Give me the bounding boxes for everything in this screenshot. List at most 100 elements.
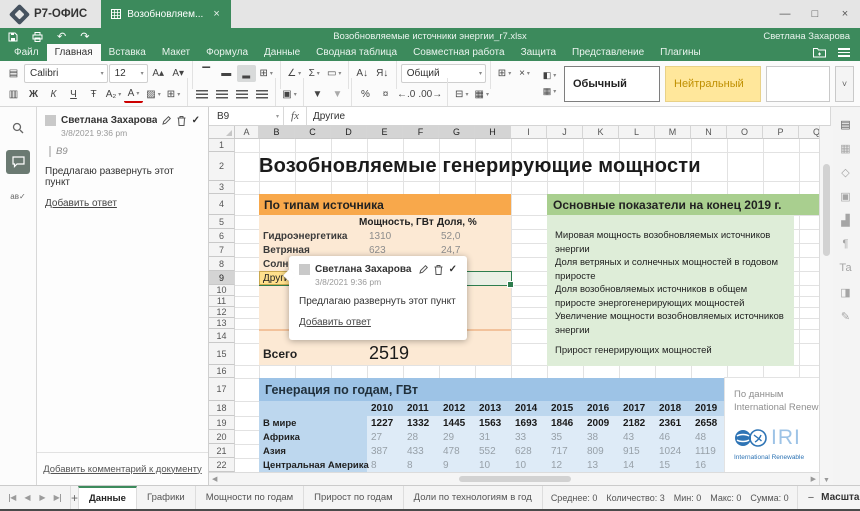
styles-expand-button[interactable]: ˅	[835, 66, 854, 102]
merge-center-button[interactable]: ▣	[280, 86, 299, 103]
ribbon-tab-совместная-работа[interactable]: Совместная работа	[405, 44, 513, 61]
add-sheet-button[interactable]: +	[70, 486, 78, 509]
column-header-N[interactable]: N	[691, 126, 727, 139]
document-tab[interactable]: Возобновляем... ×	[101, 0, 231, 28]
column-header-C[interactable]: C	[295, 126, 331, 139]
subscript-button[interactable]: A₂	[104, 86, 123, 103]
row-header-16[interactable]: 16	[209, 365, 235, 378]
row-header-22[interactable]: 22	[209, 458, 235, 472]
cell-style-blank[interactable]	[766, 66, 830, 102]
increase-font-button[interactable]: A▴	[149, 65, 168, 82]
valign-middle-button[interactable]: ▬	[217, 65, 236, 82]
formula-input[interactable]: Другие	[307, 107, 830, 125]
edit-comment-icon[interactable]	[162, 116, 171, 125]
next-sheet-button[interactable]: ▶	[36, 493, 49, 502]
row-header-6[interactable]: 6	[209, 229, 235, 243]
sheet-tab-данные[interactable]: Данные	[78, 486, 137, 509]
cell-settings-icon[interactable]: ▤	[837, 117, 855, 131]
row-header-19[interactable]: 19	[209, 416, 235, 430]
horizontal-scroll-thumb[interactable]	[459, 476, 571, 482]
table-settings-icon[interactable]: ▦	[837, 141, 855, 155]
scroll-left-icon[interactable]: ◀	[209, 475, 220, 483]
ribbon-tab-данные[interactable]: Данные	[256, 44, 308, 61]
row-header-8[interactable]: 8	[209, 257, 235, 271]
bold-button[interactable]: Ж	[24, 86, 43, 103]
sort-asc-button[interactable]: А↓	[353, 65, 372, 82]
column-header-D[interactable]: D	[331, 126, 367, 139]
row-header-10[interactable]: 10	[209, 285, 235, 296]
horizontal-scrollbar[interactable]: ◀ ▶	[209, 472, 819, 485]
ribbon-tab-плагины[interactable]: Плагины	[652, 44, 709, 61]
ribbon-tab-главная[interactable]: Главная	[47, 44, 101, 61]
column-header-O[interactable]: O	[727, 126, 763, 139]
row-header-17[interactable]: 17	[209, 378, 235, 401]
underline-button[interactable]: Ч	[64, 86, 83, 103]
comment-popup[interactable]: Светлана Захарова ✓ 3/8	[289, 256, 467, 340]
undo-icon[interactable]: ↶	[57, 32, 66, 42]
align-left-button[interactable]	[192, 86, 211, 103]
row-header-21[interactable]: 21	[209, 444, 235, 458]
doc-tab-close-icon[interactable]: ×	[213, 8, 219, 20]
align-center-button[interactable]	[212, 86, 231, 103]
delete-cells-button[interactable]: ⊟	[452, 86, 471, 103]
row-header-13[interactable]: 13	[209, 318, 235, 329]
column-header-G[interactable]: G	[439, 126, 475, 139]
column-header-K[interactable]: K	[583, 126, 619, 139]
currency-style-button[interactable]: ¤	[376, 86, 395, 103]
slicer-settings-icon[interactable]: ◨	[837, 285, 855, 299]
strikethrough-button[interactable]: Ŧ	[84, 86, 103, 103]
spreadsheet-grid[interactable]: Другие По данным International Renew	[209, 126, 819, 485]
row-header-15[interactable]: 15	[209, 343, 235, 365]
row-header-3[interactable]: 3	[209, 181, 235, 194]
sheet-tab-доли-по-технологиям-в-год[interactable]: Доли по технологиям в год	[404, 486, 543, 509]
format-template-icon[interactable]: ▦	[540, 85, 559, 99]
print-icon[interactable]	[32, 32, 43, 42]
close-button[interactable]: ×	[830, 8, 860, 20]
row-header-5[interactable]: 5	[209, 215, 235, 229]
clear-filter-button[interactable]: ▼	[328, 86, 347, 103]
row-header-20[interactable]: 20	[209, 430, 235, 444]
shape-settings-icon[interactable]: ◇	[837, 165, 855, 179]
cell-style-neutral[interactable]: Нейтральный	[665, 66, 761, 102]
save-icon[interactable]	[8, 32, 18, 42]
paragraph-settings-icon[interactable]: ¶	[837, 237, 855, 251]
zoom-out-button[interactable]: −	[808, 492, 814, 504]
paste-button[interactable]: ▤	[4, 65, 23, 82]
ribbon-tab-файл[interactable]: Файл	[6, 44, 47, 61]
minimize-button[interactable]: —	[770, 8, 800, 20]
valign-top-button[interactable]: ▔	[197, 65, 216, 82]
column-header-I[interactable]: I	[511, 126, 547, 139]
column-header-F[interactable]: F	[403, 126, 439, 139]
sort-desc-button[interactable]: Я↓	[373, 65, 392, 82]
image-settings-icon[interactable]: ▣	[837, 189, 855, 203]
format-as-table-button[interactable]: ▦	[472, 86, 491, 103]
chart-settings-icon[interactable]: ▟	[837, 213, 855, 227]
fx-icon[interactable]: fx	[284, 107, 307, 125]
ribbon-tab-сводная-таблица[interactable]: Сводная таблица	[308, 44, 405, 61]
orientation-button[interactable]: ∠	[285, 65, 304, 82]
ribbon-tab-вставка[interactable]: Вставка	[101, 44, 154, 61]
row-header-12[interactable]: 12	[209, 307, 235, 318]
copy-button[interactable]: ▥	[4, 86, 23, 103]
cell-style-normal[interactable]: Обычный	[564, 66, 660, 102]
resolve-comment-icon[interactable]: ✓	[192, 115, 200, 126]
percent-style-button[interactable]: %	[356, 86, 375, 103]
column-header-M[interactable]: M	[655, 126, 691, 139]
delete-comment-icon[interactable]	[177, 116, 186, 126]
row-header-1[interactable]: 1	[209, 139, 235, 152]
comment-card[interactable]: Светлана Захарова ✓ 3/8/2021 9:36 pm B9 …	[37, 107, 208, 211]
signature-settings-icon[interactable]: ✎	[837, 309, 855, 323]
conditional-format-icon[interactable]: ◧	[540, 69, 559, 83]
column-header-J[interactable]: J	[547, 126, 583, 139]
delete-comment-icon[interactable]	[434, 265, 443, 275]
vertical-scrollbar[interactable]: ▼	[819, 126, 833, 485]
sheet-tab-графики[interactable]: Графики	[137, 486, 196, 509]
column-header-Q[interactable]: Q	[799, 126, 819, 139]
collapse-ribbon-icon[interactable]	[838, 48, 850, 57]
decrease-decimal-button[interactable]: ←.0	[396, 86, 416, 103]
scroll-down-icon[interactable]: ▼	[820, 477, 833, 484]
increase-decimal-button[interactable]: .00→	[417, 86, 443, 103]
decrease-font-button[interactable]: A▾	[169, 65, 188, 82]
sheet-tab-прирост-по-годам[interactable]: Прирост по годам	[304, 486, 403, 509]
font-name-select[interactable]: Calibri▾	[24, 64, 108, 83]
